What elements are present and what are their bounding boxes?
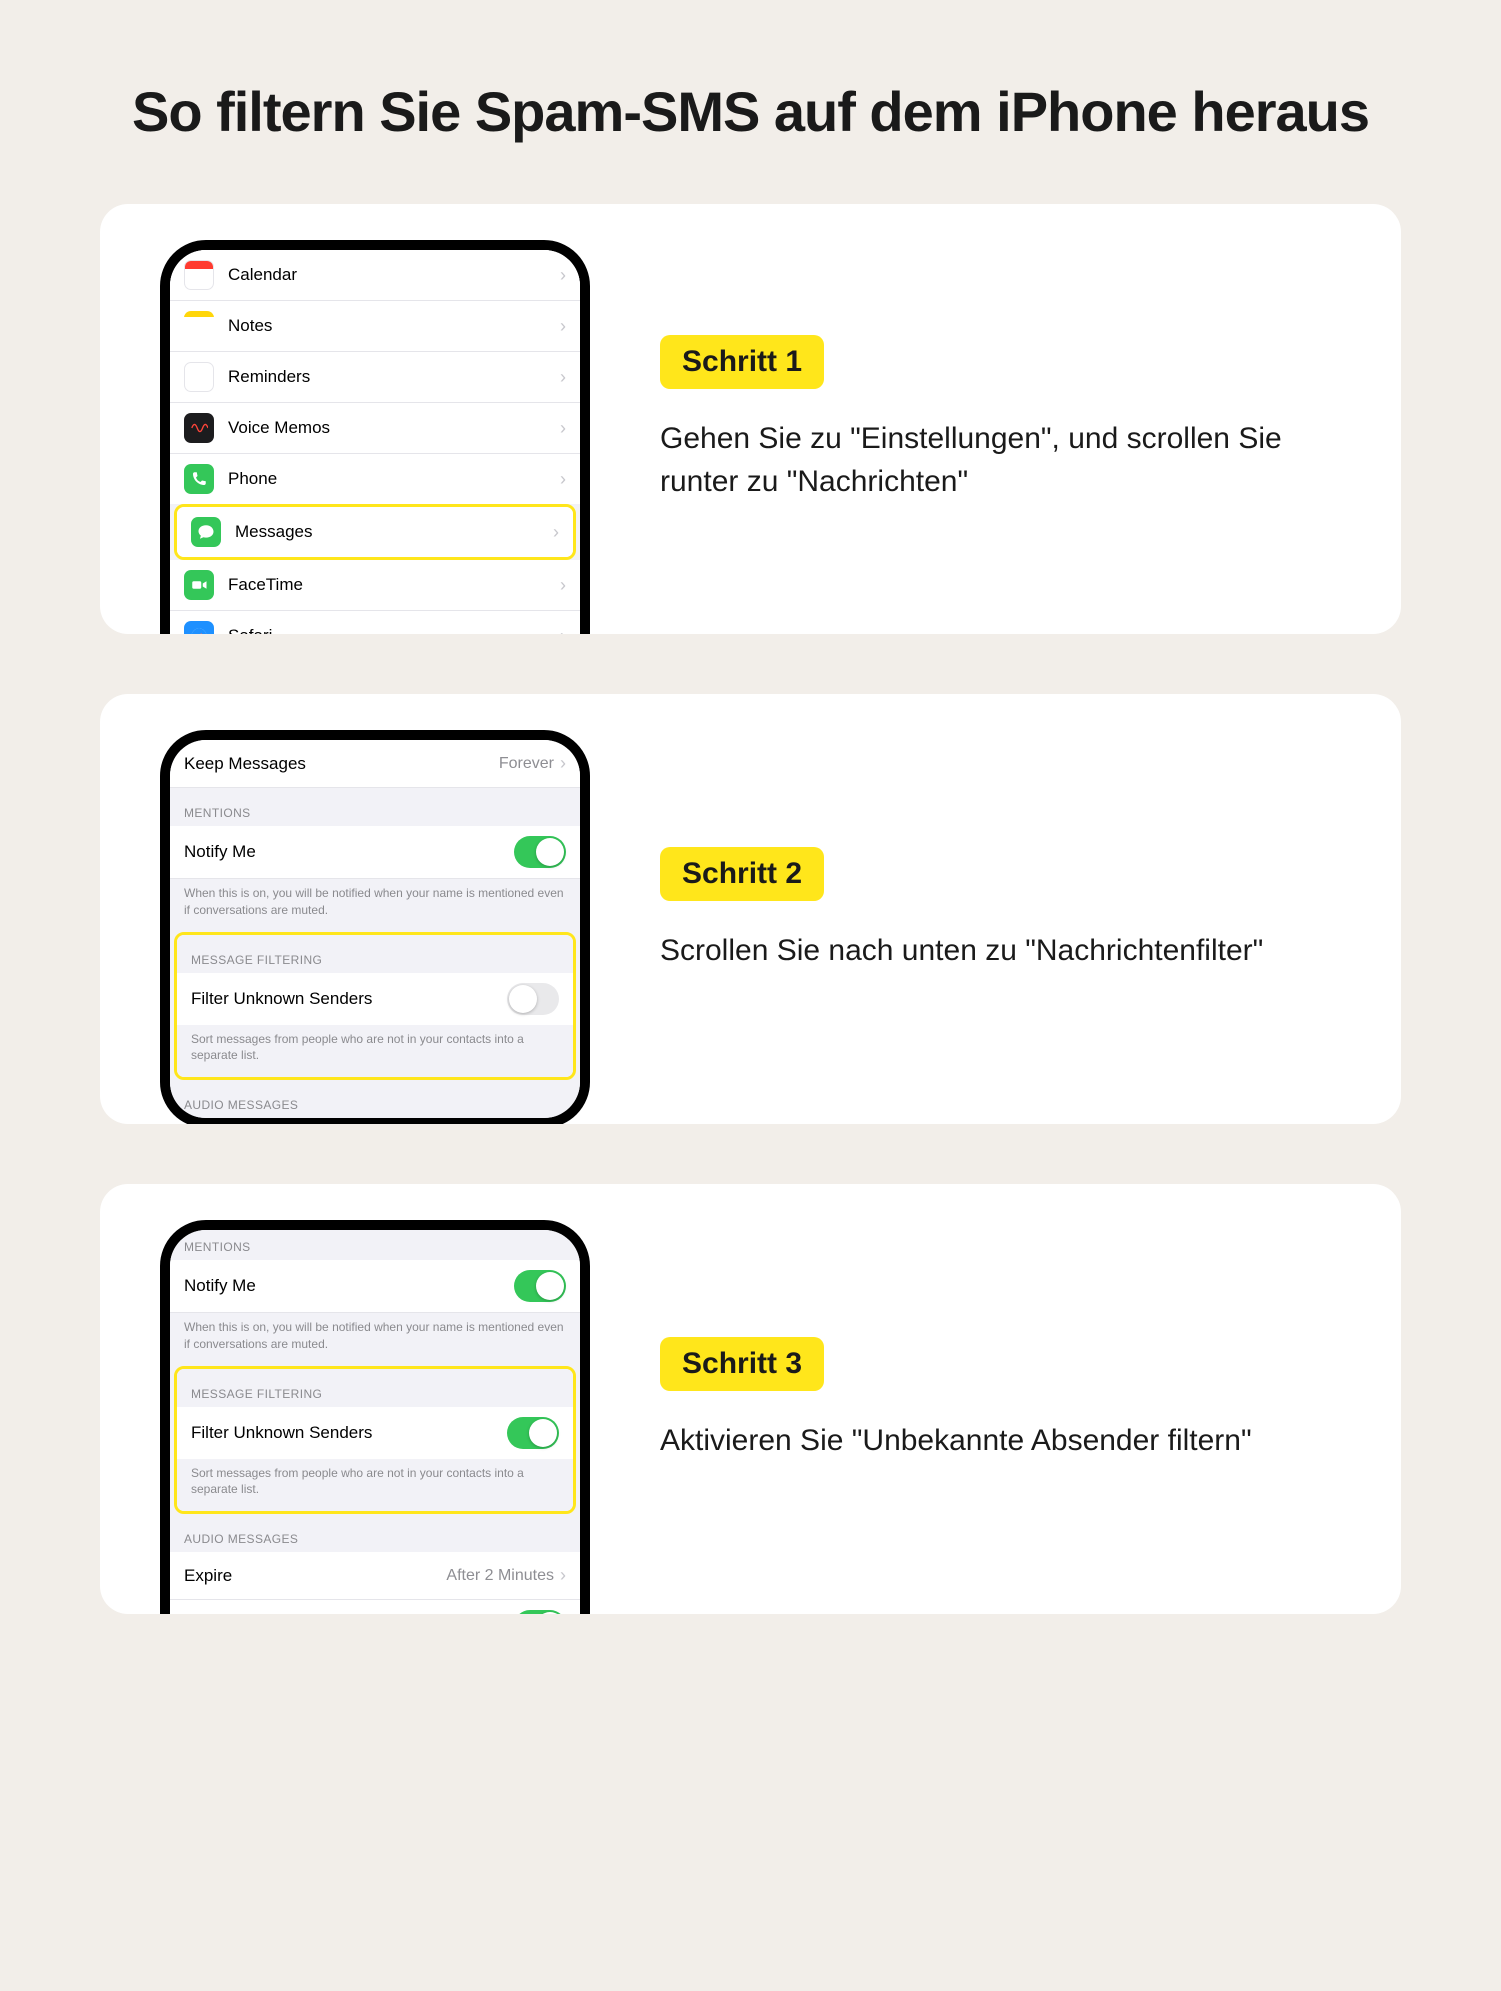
settings-row-notes[interactable]: Notes › bbox=[170, 301, 580, 352]
message-filtering-header: MESSAGE FILTERING bbox=[177, 1369, 573, 1407]
row-value: Forever bbox=[499, 755, 554, 773]
step-card-1: Calendar › Notes › ⋮ Reminders › bbox=[100, 204, 1401, 634]
message-filtering-footer: Sort messages from people who are not in… bbox=[177, 1459, 573, 1511]
row-value: After 2 Minutes bbox=[446, 1567, 554, 1585]
highlight-message-filtering: MESSAGE FILTERING Filter Unknown Senders… bbox=[174, 932, 576, 1080]
message-filtering-header: MESSAGE FILTERING bbox=[177, 935, 573, 973]
notify-me-toggle[interactable] bbox=[514, 1270, 566, 1302]
phone-mock-1: Calendar › Notes › ⋮ Reminders › bbox=[160, 240, 590, 634]
row-label: Calendar bbox=[228, 265, 560, 285]
raise-to-listen-row[interactable]: Raise to Listen bbox=[170, 1600, 580, 1614]
voice-memos-icon bbox=[184, 413, 214, 443]
notify-me-row[interactable]: Notify Me bbox=[170, 826, 580, 879]
audio-messages-header: AUDIO MESSAGES bbox=[170, 1514, 580, 1552]
step-3-body: Aktivieren Sie "Unbekannte Absender filt… bbox=[660, 1419, 1341, 1463]
mentions-footer: When this is on, you will be notified wh… bbox=[170, 1313, 580, 1365]
mentions-footer: When this is on, you will be notified wh… bbox=[170, 879, 580, 931]
keep-messages-row[interactable]: Keep Messages Forever › bbox=[170, 740, 580, 788]
highlight-message-filtering: MESSAGE FILTERING Filter Unknown Senders… bbox=[174, 1366, 576, 1514]
safari-icon bbox=[184, 621, 214, 634]
phone-mock-2: Keep Messages Forever › MENTIONS Notify … bbox=[160, 730, 590, 1124]
settings-row-calendar[interactable]: Calendar › bbox=[170, 250, 580, 301]
chevron-right-icon: › bbox=[560, 265, 566, 286]
chevron-right-icon: › bbox=[560, 575, 566, 596]
filter-unknown-senders-row[interactable]: Filter Unknown Senders bbox=[177, 1407, 573, 1459]
mentions-header: MENTIONS bbox=[170, 788, 580, 826]
settings-row-phone[interactable]: Phone › bbox=[170, 454, 580, 504]
step-1-badge: Schritt 1 bbox=[660, 335, 824, 389]
notify-me-toggle[interactable] bbox=[514, 836, 566, 868]
filter-unknown-senders-row[interactable]: Filter Unknown Senders bbox=[177, 973, 573, 1025]
chevron-right-icon: › bbox=[560, 469, 566, 490]
step-2-badge: Schritt 2 bbox=[660, 847, 824, 901]
reminders-icon: ⋮ bbox=[184, 362, 214, 392]
calendar-icon bbox=[184, 260, 214, 290]
chevron-right-icon: › bbox=[560, 367, 566, 388]
chevron-right-icon: › bbox=[560, 418, 566, 439]
row-label: Safari bbox=[228, 626, 560, 634]
row-label: Phone bbox=[228, 469, 560, 489]
step-1-body: Gehen Sie zu "Einstellungen", und scroll… bbox=[660, 417, 1341, 504]
highlight-messages: Messages › bbox=[174, 504, 576, 560]
row-label: Keep Messages bbox=[184, 754, 499, 774]
row-label: Voice Memos bbox=[228, 418, 560, 438]
row-label: Notes bbox=[228, 316, 560, 336]
facetime-icon bbox=[184, 570, 214, 600]
chevron-right-icon: › bbox=[560, 626, 566, 635]
phone-mock-3: MENTIONS Notify Me When this is on, you … bbox=[160, 1220, 590, 1614]
row-label: Filter Unknown Senders bbox=[191, 1423, 507, 1443]
expire-row[interactable]: Expire After 2 Minutes › bbox=[170, 1552, 580, 1600]
raise-to-listen-toggle[interactable] bbox=[514, 1610, 566, 1614]
mentions-header: MENTIONS bbox=[170, 1230, 580, 1260]
settings-row-messages[interactable]: Messages › bbox=[177, 507, 573, 557]
row-label: FaceTime bbox=[228, 575, 560, 595]
phone-icon bbox=[184, 464, 214, 494]
chevron-right-icon: › bbox=[560, 1565, 566, 1586]
messages-icon bbox=[191, 517, 221, 547]
notes-icon bbox=[184, 311, 214, 341]
row-label: Expire bbox=[184, 1566, 446, 1586]
step-card-3: MENTIONS Notify Me When this is on, you … bbox=[100, 1184, 1401, 1614]
step-2-body: Scrollen Sie nach unten zu "Nachrichtenf… bbox=[660, 929, 1341, 973]
row-label: Notify Me bbox=[184, 842, 514, 862]
row-label: Notify Me bbox=[184, 1276, 514, 1296]
chevron-right-icon: › bbox=[553, 522, 559, 543]
step-3-badge: Schritt 3 bbox=[660, 1337, 824, 1391]
filter-unknown-toggle[interactable] bbox=[507, 983, 559, 1015]
row-label: Filter Unknown Senders bbox=[191, 989, 507, 1009]
settings-row-reminders[interactable]: ⋮ Reminders › bbox=[170, 352, 580, 403]
chevron-right-icon: › bbox=[560, 316, 566, 337]
row-label: Messages bbox=[235, 522, 553, 542]
step-card-2: Keep Messages Forever › MENTIONS Notify … bbox=[100, 694, 1401, 1124]
settings-row-facetime[interactable]: FaceTime › bbox=[170, 560, 580, 611]
notify-me-row[interactable]: Notify Me bbox=[170, 1260, 580, 1313]
row-label: Reminders bbox=[228, 367, 560, 387]
audio-messages-header: AUDIO MESSAGES bbox=[170, 1080, 580, 1118]
settings-row-safari[interactable]: Safari › bbox=[170, 611, 580, 634]
settings-row-voice-memos[interactable]: Voice Memos › bbox=[170, 403, 580, 454]
message-filtering-footer: Sort messages from people who are not in… bbox=[177, 1025, 573, 1077]
chevron-right-icon: › bbox=[560, 753, 566, 774]
filter-unknown-toggle-on[interactable] bbox=[507, 1417, 559, 1449]
page-title: So filtern Sie Spam-SMS auf dem iPhone h… bbox=[100, 80, 1401, 144]
